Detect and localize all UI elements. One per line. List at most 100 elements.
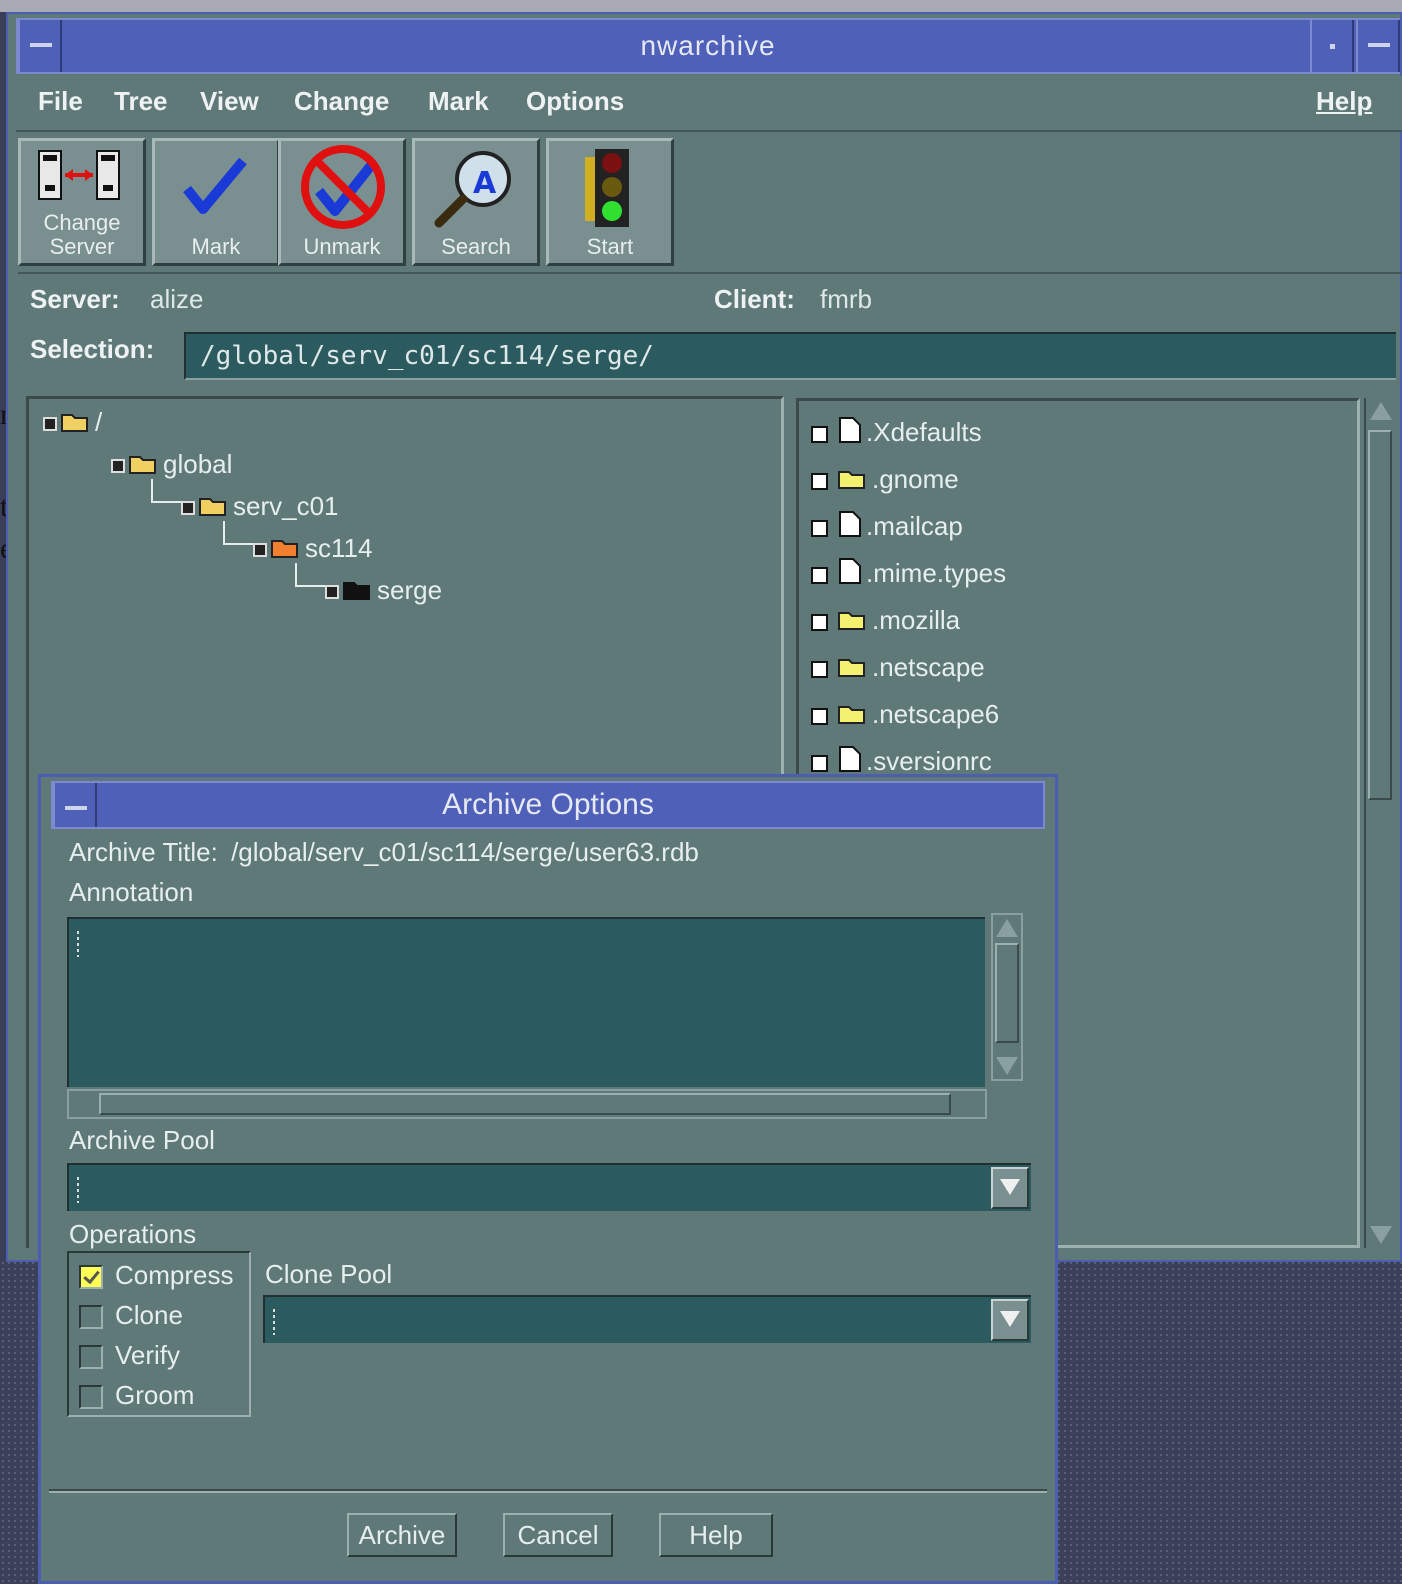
operations-group: Compress Clone Verify Groom <box>67 1251 251 1417</box>
scroll-thumb[interactable] <box>99 1093 951 1115</box>
search-label: Search <box>441 234 511 259</box>
menu-options[interactable]: Options <box>526 86 624 117</box>
chevron-down-icon[interactable] <box>991 1167 1029 1209</box>
compress-checkbox[interactable]: Compress <box>79 1259 233 1291</box>
checkbox-icon[interactable] <box>79 1385 103 1410</box>
file-name: .gnome <box>872 464 959 494</box>
scroll-down-icon[interactable] <box>996 1057 1018 1075</box>
archive-button[interactable]: Archive <box>347 1513 457 1557</box>
file-name: .Xdefaults <box>866 417 982 447</box>
archive-title-value: /global/serv_c01/sc114/serge/user63.rdb <box>231 837 699 867</box>
menu-bar: File Tree View Change Mark Options Help <box>16 76 1402 132</box>
file-name: .mozilla <box>872 605 961 635</box>
file-item[interactable]: .Xdefaults <box>811 415 982 449</box>
cancel-button[interactable]: Cancel <box>503 1513 613 1557</box>
file-item[interactable]: .gnome <box>811 462 959 496</box>
tree-node[interactable]: / <box>43 407 102 437</box>
open-folder-icon <box>61 409 91 439</box>
file-checkbox[interactable] <box>811 660 828 678</box>
search-button[interactable]: A Search <box>412 138 540 266</box>
tree-checkbox[interactable] <box>111 459 125 474</box>
server-label: Server: <box>30 284 120 314</box>
menu-view[interactable]: View <box>200 86 259 117</box>
scroll-thumb[interactable] <box>1368 430 1392 800</box>
menu-file[interactable]: File <box>38 86 83 117</box>
tree-node[interactable]: global <box>111 449 232 479</box>
file-checkbox[interactable] <box>811 566 828 584</box>
file-checkbox[interactable] <box>811 754 828 772</box>
scroll-up-icon[interactable] <box>1370 402 1392 420</box>
checkbox-icon[interactable] <box>79 1305 103 1330</box>
tree-node[interactable]: serv_c01 <box>181 491 339 521</box>
groom-checkbox[interactable]: Groom <box>79 1379 194 1411</box>
menu-tree[interactable]: Tree <box>114 86 168 117</box>
file-item[interactable]: .netscape6 <box>811 697 999 731</box>
traffic-light-icon <box>585 149 629 227</box>
clone-pool-combo[interactable] <box>263 1295 1031 1343</box>
mark-button[interactable]: Mark <box>152 138 280 266</box>
help-button[interactable]: Help <box>659 1513 773 1557</box>
scroll-up-icon[interactable] <box>996 919 1018 937</box>
file-name: .netscape <box>872 652 985 682</box>
maximize-button[interactable] <box>1356 20 1400 72</box>
verify-checkbox[interactable]: Verify <box>79 1339 180 1371</box>
window-title: nwarchive <box>640 30 776 61</box>
checkbox-icon[interactable] <box>79 1345 103 1370</box>
dialog-separator <box>49 1489 1047 1493</box>
selection-input[interactable]: /global/serv_c01/sc114/serge/ <box>184 332 1396 380</box>
tree-node[interactable]: serge <box>325 575 442 605</box>
checkmark-icon <box>183 157 247 214</box>
file-name: .mime.types <box>866 558 1007 588</box>
annotation-hscroll[interactable] <box>67 1089 987 1119</box>
archive-pool-combo[interactable] <box>67 1163 1031 1211</box>
file-checkbox[interactable] <box>811 472 828 490</box>
file-item[interactable]: .netscape <box>811 650 985 684</box>
minimize-button[interactable] <box>1310 20 1354 72</box>
annotation-vscroll[interactable] <box>991 913 1023 1081</box>
toolbar: Change Server Mark Unmark A Search Start <box>18 136 1402 274</box>
file-name: .sversionrc <box>866 746 992 776</box>
file-checkbox[interactable] <box>811 519 828 537</box>
menu-mark[interactable]: Mark <box>428 86 489 117</box>
clone-pool-label: Clone Pool <box>265 1259 393 1289</box>
file-item[interactable]: .mailcap <box>811 509 963 543</box>
file-list-scrollbar[interactable] <box>1364 398 1394 1248</box>
file-checkbox[interactable] <box>811 613 828 631</box>
tree-connector <box>151 479 181 503</box>
chevron-down-icon[interactable] <box>991 1299 1029 1341</box>
archive-options-dialog: Archive Options Archive Title: /global/s… <box>38 774 1058 1584</box>
file-checkbox[interactable] <box>811 425 828 443</box>
change-server-label: Change Server <box>43 210 121 259</box>
file-icon <box>838 510 862 546</box>
tree-checkbox[interactable] <box>181 501 195 516</box>
scroll-down-icon[interactable] <box>1370 1226 1392 1244</box>
text-caret <box>77 1177 79 1203</box>
start-button[interactable]: Start <box>546 138 674 266</box>
annotation-label: Annotation <box>69 877 194 907</box>
server-value: alize <box>150 284 204 314</box>
file-icon <box>838 557 862 593</box>
tree-checkbox[interactable] <box>253 543 267 558</box>
scroll-thumb[interactable] <box>995 943 1019 1043</box>
file-checkbox[interactable] <box>811 707 828 725</box>
unmark-button[interactable]: Unmark <box>278 138 406 266</box>
text-caret <box>273 1309 275 1335</box>
file-item[interactable]: .sversionrc <box>811 744 992 778</box>
magnifier-icon: A <box>434 151 511 228</box>
file-item[interactable]: .mime.types <box>811 556 1006 590</box>
checkbox-checked-icon[interactable] <box>79 1265 103 1290</box>
change-server-button[interactable]: Change Server <box>18 138 146 266</box>
menu-change[interactable]: Change <box>294 86 389 117</box>
file-item[interactable]: .mozilla <box>811 603 960 637</box>
file-name: .mailcap <box>866 511 963 541</box>
menu-help[interactable]: Help <box>1316 86 1372 117</box>
clone-checkbox[interactable]: Clone <box>79 1299 183 1331</box>
tree-node-label: global <box>163 449 233 479</box>
tree-node[interactable]: sc114 <box>253 533 372 563</box>
tree-checkbox[interactable] <box>43 417 57 432</box>
operations-label: Operations <box>69 1219 197 1249</box>
annotation-textarea[interactable] <box>67 917 985 1087</box>
screen-top-strip <box>0 0 1402 12</box>
tree-checkbox[interactable] <box>325 585 339 600</box>
tree-connector <box>223 521 253 545</box>
